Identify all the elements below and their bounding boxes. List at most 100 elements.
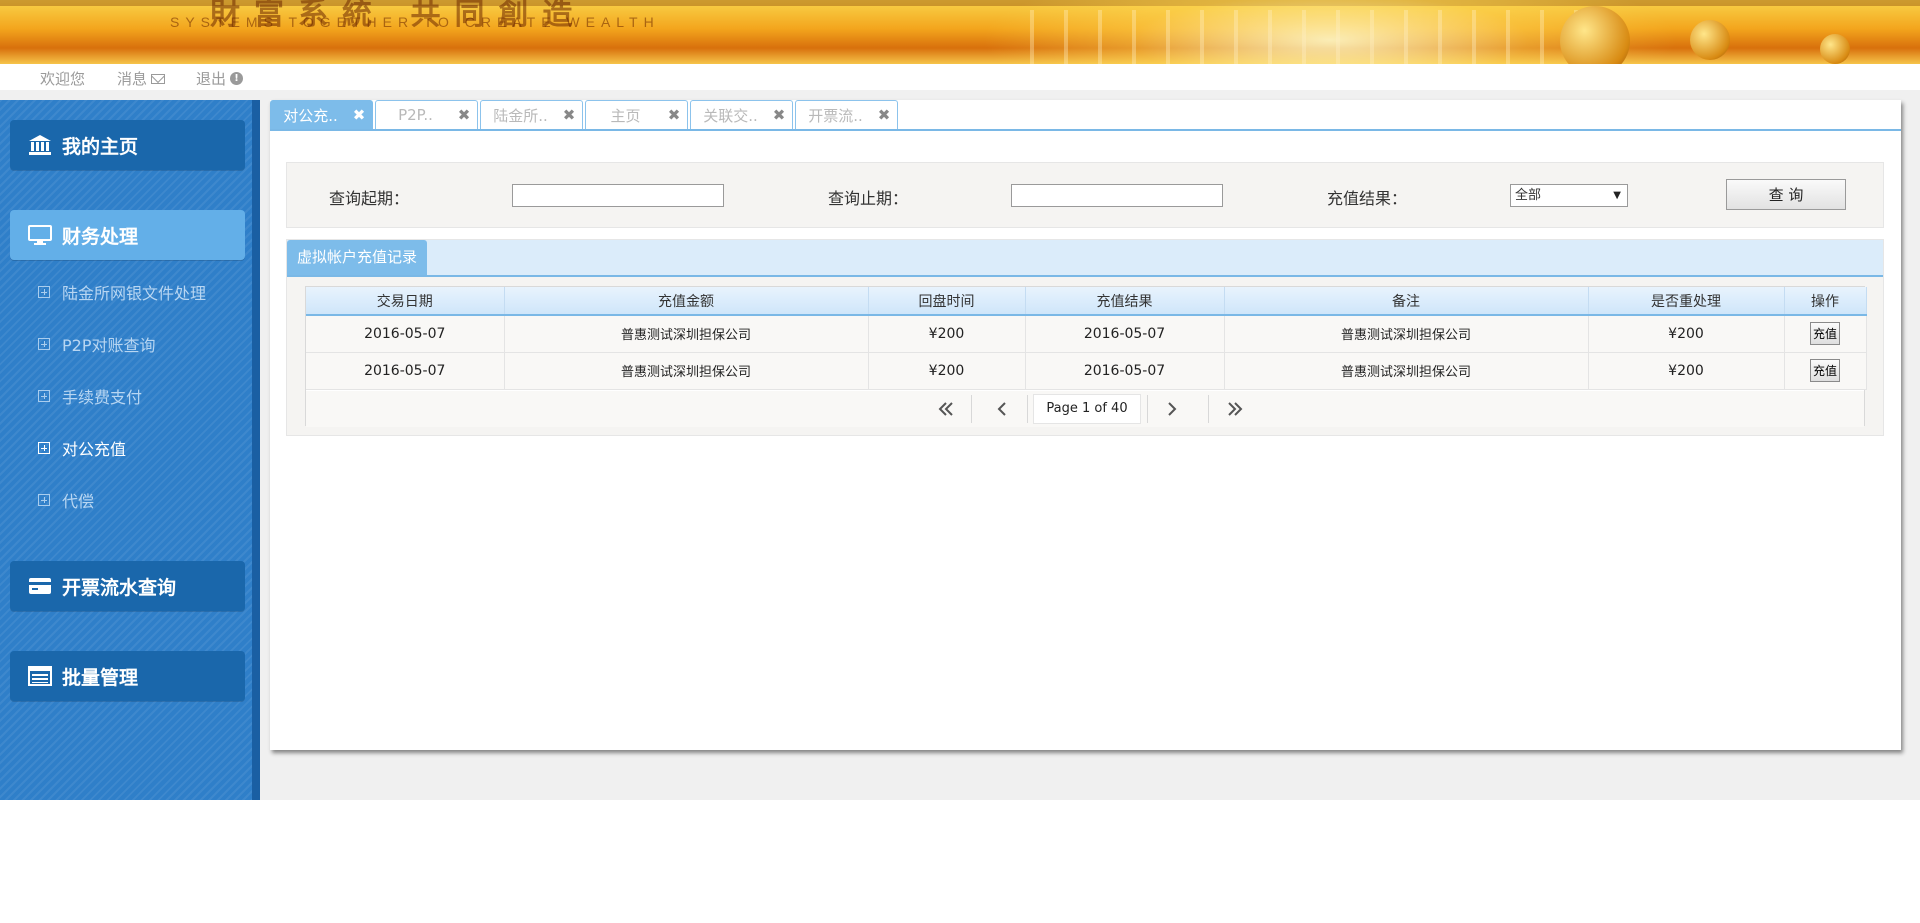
menu-home-label: 我的主页 — [62, 135, 139, 158]
start-date-label: 查询起期： — [329, 189, 410, 208]
tab-p2p[interactable]: P2P.. ✖ — [375, 100, 478, 129]
sidebar-item-fee-payment[interactable]: 手续费支付 — [38, 384, 142, 408]
sidebar-item-corporate-recharge[interactable]: 对公充值 — [38, 436, 126, 460]
close-icon[interactable]: ✖ — [560, 106, 578, 124]
chevron-right-icon — [1168, 402, 1177, 416]
tab-label: 关联交.. — [703, 106, 758, 125]
sidebar-item-compensation[interactable]: 代偿 — [38, 488, 94, 512]
sidebar-item-label: 代偿 — [62, 492, 95, 511]
column-header[interactable]: 操作 — [1784, 287, 1867, 316]
first-page-button[interactable] — [926, 393, 966, 425]
column-header[interactable]: 充值结果 — [1025, 287, 1225, 316]
close-icon[interactable]: ✖ — [350, 106, 368, 124]
tab-label: 陆金所.. — [493, 106, 548, 125]
last-page-button[interactable] — [1215, 393, 1255, 425]
menu-finance-label: 财务处理 — [62, 225, 139, 248]
expand-icon — [38, 286, 50, 298]
banner-slogan-en: SYSTEMS TOGETHER TO CREATE WEALTH — [170, 14, 660, 30]
result-label: 充值结果： — [1327, 189, 1408, 208]
expand-icon — [38, 442, 50, 454]
close-icon[interactable]: ✖ — [770, 106, 788, 124]
tab-label: P2P.. — [398, 106, 433, 124]
monitor-icon — [28, 225, 52, 245]
cell-result: 2016-05-07 — [1025, 352, 1225, 390]
column-header[interactable]: 是否重处理 — [1588, 287, 1785, 316]
menu-invoice-query[interactable]: 开票流水查询 — [10, 561, 245, 611]
tab-home[interactable]: 主页 ✖ — [585, 100, 688, 129]
close-icon[interactable]: ✖ — [455, 106, 473, 124]
expand-icon — [38, 390, 50, 402]
main-panel: 对公充.. ✖ P2P.. ✖ 陆金所.. ✖ 主页 ✖ 关联交.. ✖ 开票流… — [270, 100, 1901, 750]
cell-date: 2016-05-07 — [306, 352, 505, 390]
bank-icon — [29, 135, 51, 155]
expand-icon — [38, 494, 50, 506]
tab-label: 对公充.. — [283, 106, 338, 125]
end-date-input[interactable] — [1011, 184, 1223, 207]
menu-batch-label: 批量管理 — [62, 666, 139, 689]
tab-invoice-flow[interactable]: 开票流.. ✖ — [795, 100, 898, 129]
sidebar-item-p2p-reconcile[interactable]: P2P对账查询 — [38, 332, 155, 356]
logout-link[interactable]: 退出 ! — [196, 68, 244, 89]
pager-separator — [1027, 395, 1028, 423]
menu-finance[interactable]: 财务处理 — [10, 210, 245, 260]
tab-bar: 对公充.. ✖ P2P.. ✖ 陆金所.. ✖ 主页 ✖ 关联交.. ✖ 开票流… — [270, 100, 1901, 131]
sidebar-item-lufax-file[interactable]: 陆金所网银文件处理 — [38, 280, 206, 304]
column-header[interactable]: 回盘时间 — [868, 287, 1026, 316]
exclamation-icon: ! — [230, 72, 244, 85]
column-header[interactable]: 备注 — [1224, 287, 1589, 316]
cell-remark: 普惠测试深圳担保公司 — [1224, 352, 1589, 390]
sidebar-item-label: 对公充值 — [62, 440, 127, 459]
recharge-records-panel: 虚拟帐户充值记录 交易日期 充值金额 回盘时间 充值结果 备注 是否重处理 操作… — [286, 239, 1884, 436]
double-chevron-left-icon — [938, 402, 953, 416]
end-date-label: 查询止期： — [828, 189, 909, 208]
table-row[interactable]: 2016-05-07 普惠测试深圳担保公司 ¥200 2016-05-07 普惠… — [306, 352, 1867, 390]
result-select[interactable]: 全部 ▼ — [1510, 184, 1628, 207]
search-button[interactable]: 查 询 — [1726, 179, 1846, 210]
tab-lufax[interactable]: 陆金所.. ✖ — [480, 100, 583, 129]
cell-action: 充值 — [1784, 352, 1867, 390]
table-row[interactable]: 2016-05-07 普惠测试深圳担保公司 ¥200 2016-05-07 普惠… — [306, 315, 1867, 353]
next-page-button[interactable] — [1152, 393, 1192, 425]
column-header[interactable]: 交易日期 — [306, 287, 505, 316]
prev-page-button[interactable] — [982, 393, 1022, 425]
page-indicator: Page 1 of 40 — [1033, 394, 1141, 424]
messages-link[interactable]: 消息 — [117, 68, 166, 89]
recharge-button[interactable]: 充值 — [1810, 359, 1840, 382]
tab-label: 主页 — [610, 106, 641, 125]
header-banner: 財富系統 共同創造 SYSTEMS TOGETHER TO CREATE WEA… — [0, 0, 1920, 64]
grid-title: 虚拟帐户充值记录 — [287, 240, 428, 275]
cell-time: ¥200 — [868, 315, 1026, 353]
cell-result: 2016-05-07 — [1025, 315, 1225, 353]
column-header[interactable]: 充值金额 — [504, 287, 869, 316]
sidebar-item-label: P2P对账查询 — [62, 336, 156, 355]
welcome-link[interactable]: 欢迎您 — [40, 68, 85, 89]
welcome-label: 欢迎您 — [40, 70, 86, 88]
menu-home[interactable]: 我的主页 — [10, 120, 245, 170]
pager-separator — [1208, 395, 1209, 423]
tab-label: 开票流.. — [808, 106, 863, 125]
close-icon[interactable]: ✖ — [875, 106, 893, 124]
menu-invoice-label: 开票流水查询 — [62, 576, 177, 599]
tab-corporate-recharge[interactable]: 对公充.. ✖ — [270, 100, 373, 129]
query-form: 查询起期： 查询止期： 充值结果： 全部 ▼ 查 询 — [286, 162, 1884, 228]
banner-coin — [1820, 34, 1850, 64]
records-table: 交易日期 充值金额 回盘时间 充值结果 备注 是否重处理 操作 2016-05-… — [305, 286, 1867, 427]
menu-batch[interactable]: 批量管理 — [10, 651, 245, 701]
double-chevron-right-icon — [1228, 402, 1243, 416]
messages-label: 消息 — [117, 70, 148, 88]
table-header-row: 交易日期 充值金额 回盘时间 充值结果 备注 是否重处理 操作 — [306, 287, 1867, 316]
grid-header-bar: 虚拟帐户充值记录 — [287, 240, 1883, 277]
tab-related-transactions[interactable]: 关联交.. ✖ — [690, 100, 793, 129]
cell-amount: 普惠测试深圳担保公司 — [504, 352, 869, 390]
envelope-icon — [151, 73, 166, 84]
sidebar-edge — [252, 100, 260, 800]
close-icon[interactable]: ✖ — [665, 106, 683, 124]
recharge-button[interactable]: 充值 — [1810, 322, 1840, 346]
expand-icon — [38, 338, 50, 350]
pager-separator — [1147, 395, 1148, 423]
cell-date: 2016-05-07 — [306, 315, 505, 353]
card-icon — [29, 578, 51, 594]
start-date-input[interactable] — [512, 184, 724, 207]
chevron-left-icon — [997, 402, 1006, 416]
sidebar-item-label: 手续费支付 — [62, 388, 143, 407]
